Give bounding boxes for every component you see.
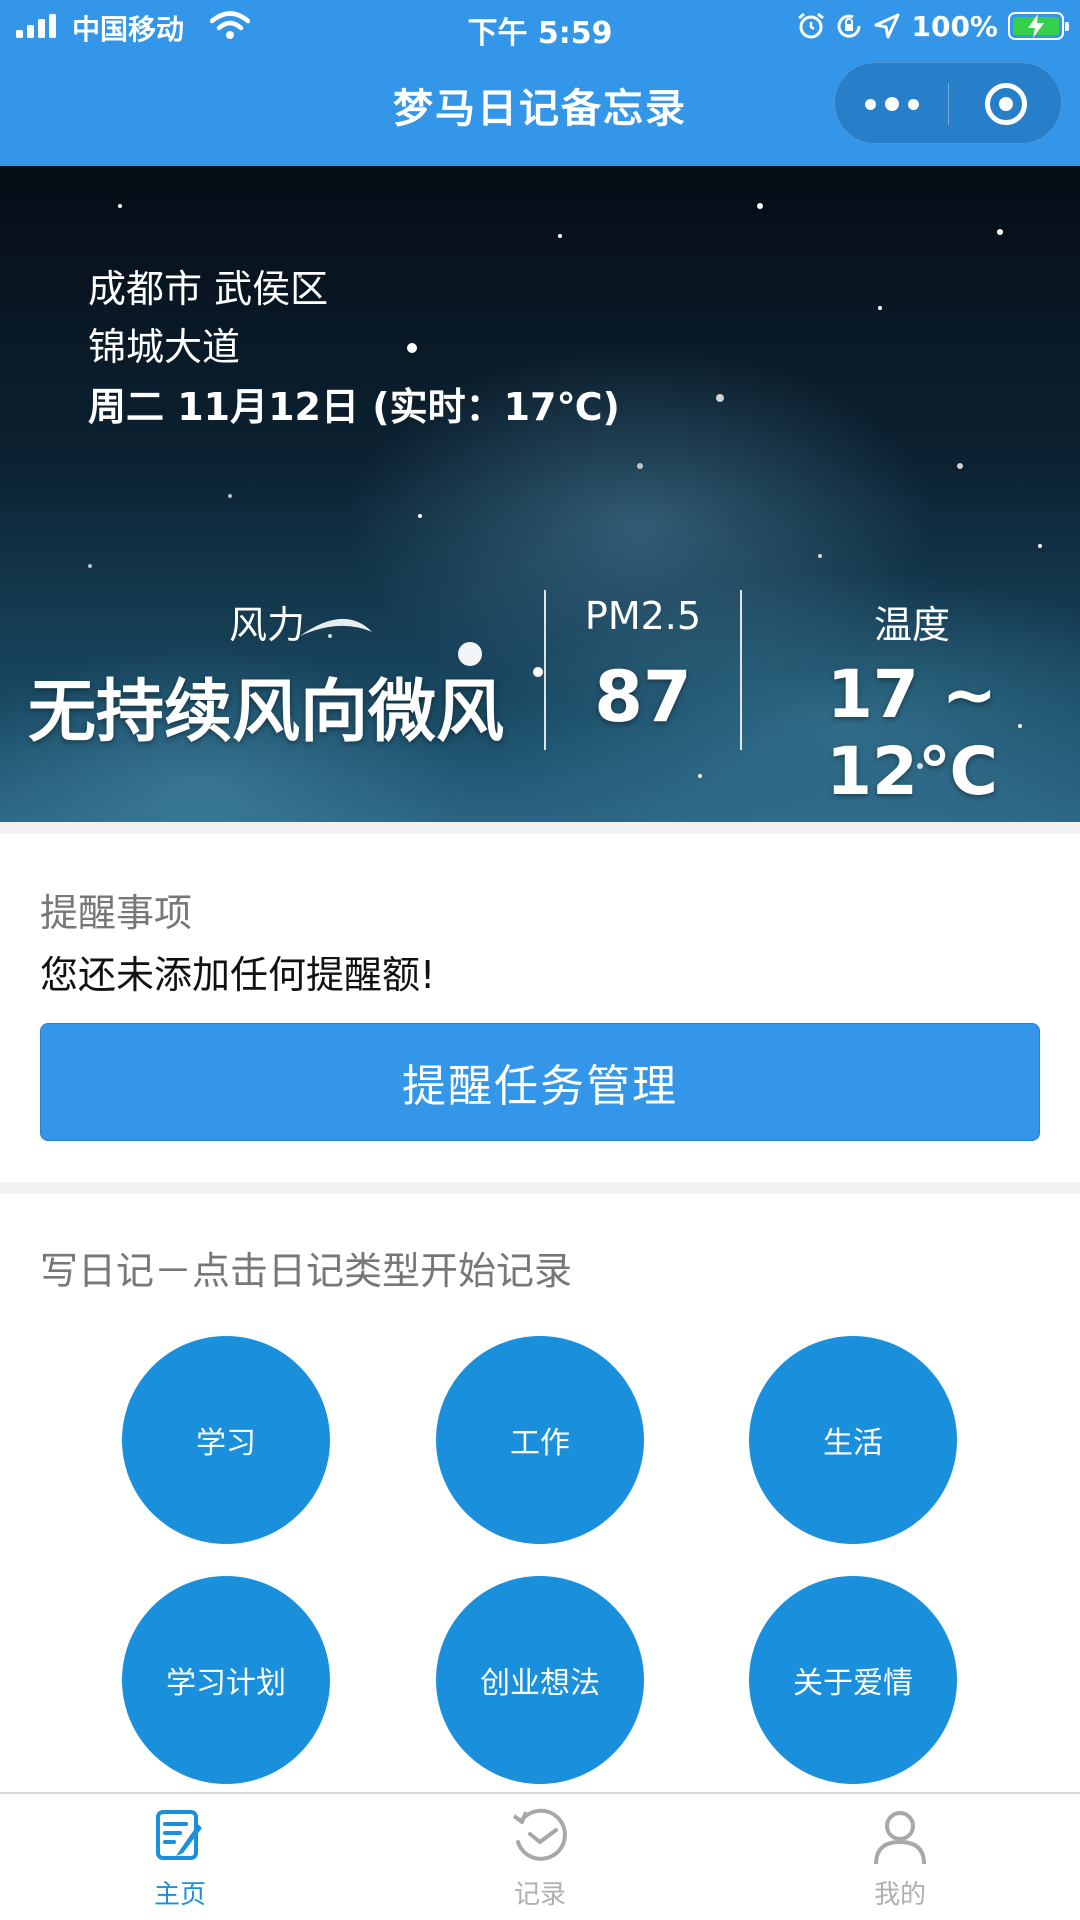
tab-bar: 主页 记录 我的 bbox=[0, 1792, 1080, 1920]
top-bar: 中国移动 下午 5:59 100% 梦马日记备忘录 bbox=[0, 0, 1080, 166]
diary-type-life[interactable]: 生活 bbox=[749, 1336, 957, 1544]
wind-label: 风力 bbox=[228, 603, 305, 647]
more-button[interactable] bbox=[835, 63, 949, 145]
date-realtime-temp: 周二 11月12日 (实时：17℃) bbox=[88, 385, 620, 429]
temperature-label: 温度 bbox=[873, 603, 950, 647]
tab-home[interactable]: 主页 bbox=[60, 1794, 300, 1920]
reminder-message: 您还未添加任何提醒额! bbox=[40, 953, 436, 997]
pm25-value: 87 bbox=[594, 656, 692, 738]
divider bbox=[740, 590, 742, 750]
alarm-icon bbox=[798, 12, 825, 39]
diary-type-love[interactable]: 关于爱情 bbox=[749, 1576, 957, 1784]
location-city: 成都市 武侯区 bbox=[88, 267, 329, 311]
section-divider bbox=[0, 822, 1080, 834]
diary-section-title: 写日记－点击日记类型开始记录 bbox=[40, 1249, 573, 1293]
target-icon bbox=[985, 83, 1027, 125]
battery-icon bbox=[1008, 12, 1069, 40]
diary-type-startup-ideas[interactable]: 创业想法 bbox=[436, 1576, 644, 1784]
tab-home-label: 主页 bbox=[153, 1880, 206, 1910]
divider bbox=[544, 590, 546, 750]
more-icon bbox=[865, 98, 876, 110]
section-divider bbox=[0, 1182, 1080, 1194]
reminder-title: 提醒事项 bbox=[40, 891, 193, 935]
weather-banner: 成都市 武侯区 锦城大道 周二 11月12日 (实时：17℃) 风力 无持续风向… bbox=[0, 166, 1080, 822]
history-icon bbox=[512, 1808, 567, 1861]
location-street: 锦城大道 bbox=[88, 325, 241, 369]
diary-type-work[interactable]: 工作 bbox=[436, 1336, 644, 1544]
reminder-manage-button[interactable]: 提醒任务管理 bbox=[40, 1023, 1040, 1141]
pm25-label: PM2.5 bbox=[584, 594, 702, 638]
tab-mine[interactable]: 我的 bbox=[780, 1794, 1020, 1920]
rotation-lock-icon bbox=[838, 14, 861, 38]
wind-value: 无持续风向微风 bbox=[27, 673, 504, 752]
status-bar: 中国移动 下午 5:59 100% bbox=[0, 0, 1080, 52]
tab-records[interactable]: 记录 bbox=[420, 1794, 660, 1920]
diary-type-study-plan[interactable]: 学习计划 bbox=[122, 1576, 330, 1784]
diary-type-study[interactable]: 学习 bbox=[122, 1336, 330, 1544]
edit-note-icon bbox=[156, 1810, 202, 1860]
status-right: 100% bbox=[797, 8, 1069, 44]
mini-program-capsule bbox=[834, 62, 1062, 144]
tab-mine-label: 我的 bbox=[873, 1880, 926, 1910]
user-icon bbox=[874, 1811, 926, 1865]
close-button[interactable] bbox=[949, 63, 1063, 145]
tab-records-label: 记录 bbox=[513, 1880, 566, 1910]
battery-percent: 100% bbox=[911, 9, 998, 43]
location-icon bbox=[874, 13, 900, 39]
temperature-value: 17 ~ 12℃ bbox=[826, 656, 998, 810]
